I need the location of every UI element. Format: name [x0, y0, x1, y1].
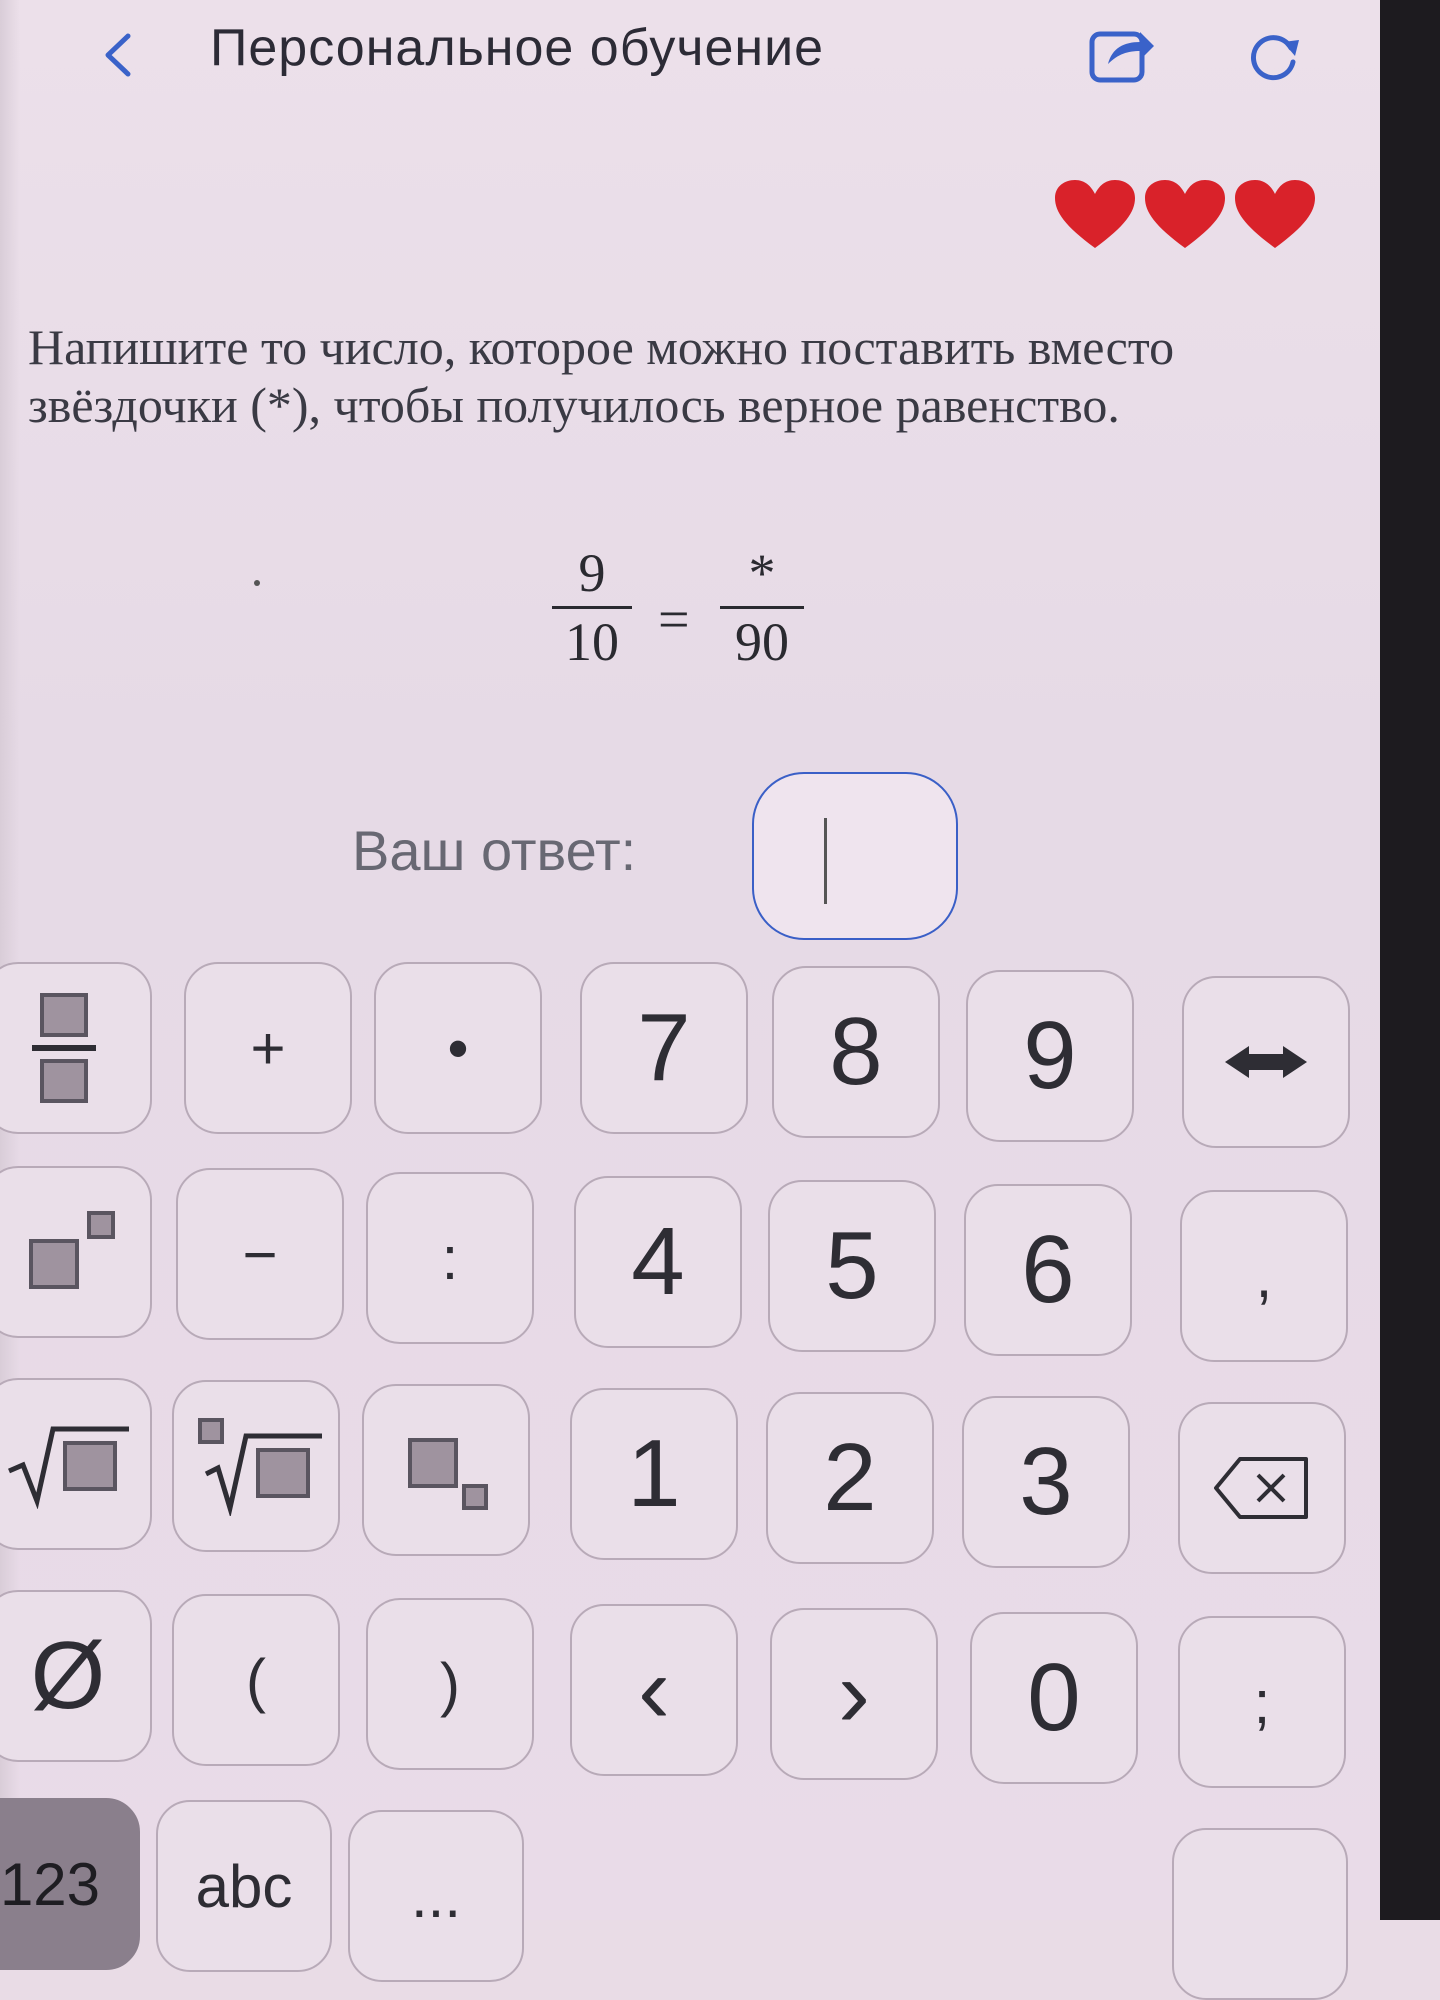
minus-key[interactable]: −: [176, 1168, 344, 1340]
heart-icon: [1145, 180, 1225, 248]
lives-hearts: [1055, 180, 1315, 260]
equation: 9 10 = * 90: [540, 540, 860, 700]
refresh-icon[interactable]: [1245, 28, 1301, 84]
right-denominator: 90: [735, 612, 789, 672]
nth-root-key[interactable]: [172, 1380, 340, 1552]
cursor-right-key[interactable]: ›: [770, 1608, 938, 1780]
answer-input[interactable]: [752, 772, 958, 940]
heart-icon: [1055, 180, 1135, 248]
multiply-dot-key[interactable]: •: [374, 962, 542, 1134]
digit-8-key[interactable]: 8: [772, 966, 940, 1138]
fraction-icon: [32, 993, 96, 1103]
share-icon[interactable]: [1088, 24, 1156, 84]
subscript-icon: [408, 1438, 488, 1510]
back-chevron-icon[interactable]: [98, 30, 138, 80]
page-title: Персональное обучение: [210, 19, 825, 77]
left-fraction: 9 10: [552, 540, 632, 675]
heart-icon: [1235, 180, 1315, 248]
backspace-icon: [1214, 1457, 1308, 1519]
equals-sign: =: [658, 589, 690, 651]
right-numerator: *: [748, 543, 776, 603]
subscript-key[interactable]: [362, 1384, 530, 1556]
square-root-icon: [8, 1426, 129, 1509]
digit-2-key[interactable]: 2: [766, 1392, 934, 1564]
left-paren-key[interactable]: (: [172, 1594, 340, 1766]
right-fraction: * 90: [720, 540, 804, 675]
question-text: Напишите то число, которое можно постави…: [28, 319, 1175, 433]
semicolon-key[interactable]: ;: [1178, 1616, 1346, 1788]
digit-9-key[interactable]: 9: [966, 970, 1134, 1142]
divide-colon-key[interactable]: :: [366, 1172, 534, 1344]
mode-abc-key[interactable]: abc: [156, 1800, 332, 1972]
text-caret: [824, 818, 827, 904]
cursor-arrows-key[interactable]: [1182, 976, 1350, 1148]
extra-key[interactable]: [1172, 1828, 1348, 2000]
fraction-key[interactable]: [0, 962, 152, 1134]
digit-3-key[interactable]: 3: [962, 1396, 1130, 1568]
plus-key[interactable]: +: [184, 962, 352, 1134]
digit-1-key[interactable]: 1: [570, 1388, 738, 1560]
digit-5-key[interactable]: 5: [768, 1180, 936, 1352]
digit-6-key[interactable]: 6: [964, 1184, 1132, 1356]
empty-set-key[interactable]: Ø: [0, 1590, 152, 1762]
left-numerator: 9: [578, 543, 606, 603]
device-bezel: [1380, 0, 1440, 1920]
power-icon: [29, 1211, 115, 1289]
left-denominator: 10: [565, 612, 619, 672]
cursor-left-key[interactable]: ‹: [570, 1604, 738, 1776]
nth-root-icon: [198, 1418, 322, 1516]
header-bar: Персональное обучение: [0, 0, 1380, 110]
backspace-key[interactable]: [1178, 1402, 1346, 1574]
sqrt-key[interactable]: [0, 1378, 152, 1550]
digit-4-key[interactable]: 4: [574, 1176, 742, 1348]
digit-7-key[interactable]: 7: [580, 962, 748, 1134]
answer-label: Ваш ответ:: [352, 819, 637, 882]
mode-123-key[interactable]: 123: [0, 1798, 140, 1970]
right-paren-key[interactable]: ): [366, 1598, 534, 1770]
digit-0-key[interactable]: 0: [970, 1612, 1138, 1784]
comma-key[interactable]: ,: [1180, 1190, 1348, 1362]
power-key[interactable]: [0, 1166, 152, 1338]
more-symbols-key[interactable]: ...: [348, 1810, 524, 1982]
left-right-arrows-icon: [1225, 1046, 1307, 1078]
stray-dot: [254, 580, 260, 586]
